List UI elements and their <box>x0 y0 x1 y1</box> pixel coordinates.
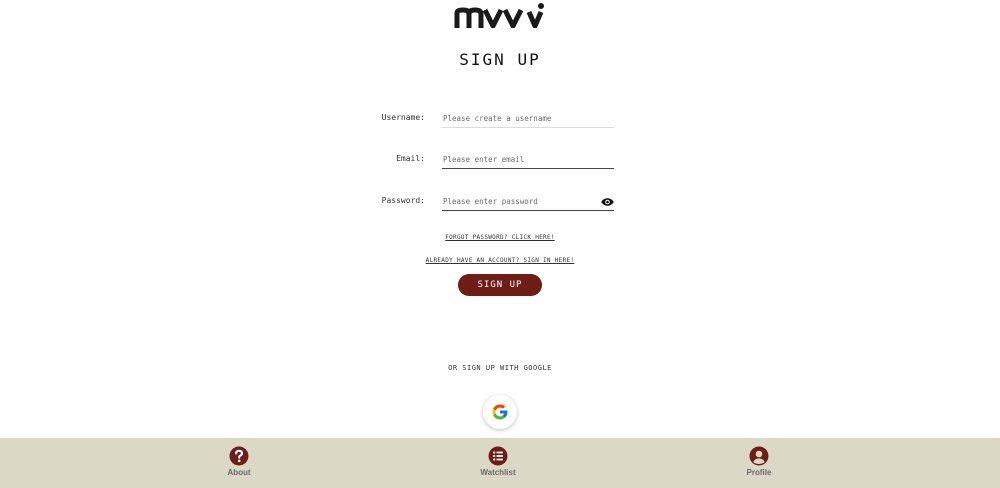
username-input[interactable] <box>442 110 614 128</box>
mvvi-logo <box>0 2 1000 32</box>
nav-about[interactable]: About <box>199 446 279 477</box>
password-input[interactable] <box>442 193 614 211</box>
nav-profile-label: Profile <box>746 468 772 477</box>
nav-watchlist[interactable]: Watchlist <box>458 446 538 477</box>
forgot-password-link-row: FORGOT PASSWORD? CLICK HERE! <box>0 234 1000 241</box>
email-input[interactable] <box>442 151 614 169</box>
username-label: Username: <box>381 113 425 122</box>
or-sign-up-with-google-text: OR SIGN UP WITH GOOGLE <box>448 364 552 372</box>
nav-profile[interactable]: Profile <box>719 446 799 477</box>
google-icon <box>492 404 508 420</box>
email-label: Email: <box>396 154 425 163</box>
nav-watchlist-label: Watchlist <box>480 468 516 477</box>
forgot-password-link[interactable]: FORGOT PASSWORD? CLICK HERE! <box>445 234 555 241</box>
eye-icon[interactable] <box>601 197 614 207</box>
email-row: Email: <box>0 151 1000 171</box>
google-sign-up-button[interactable] <box>483 395 517 429</box>
password-row: Password: <box>0 193 1000 213</box>
password-label: Password: <box>381 196 425 205</box>
bottom-navigation: About Watchlist Profile <box>0 438 1000 488</box>
question-circle-icon <box>229 446 249 466</box>
sign-in-link[interactable]: ALREADY HAVE AN ACCOUNT? SIGN IN HERE! <box>426 257 575 264</box>
page-title: SIGN UP <box>459 50 541 69</box>
list-circle-icon <box>488 446 508 466</box>
user-circle-icon <box>749 446 769 466</box>
nav-about-label: About <box>227 468 251 477</box>
sign-up-button[interactable]: SIGN UP <box>458 274 542 296</box>
username-row: Username: <box>0 110 1000 130</box>
sign-in-link-row: ALREADY HAVE AN ACCOUNT? SIGN IN HERE! <box>0 257 1000 264</box>
mvvi-logo-mark <box>454 3 544 28</box>
